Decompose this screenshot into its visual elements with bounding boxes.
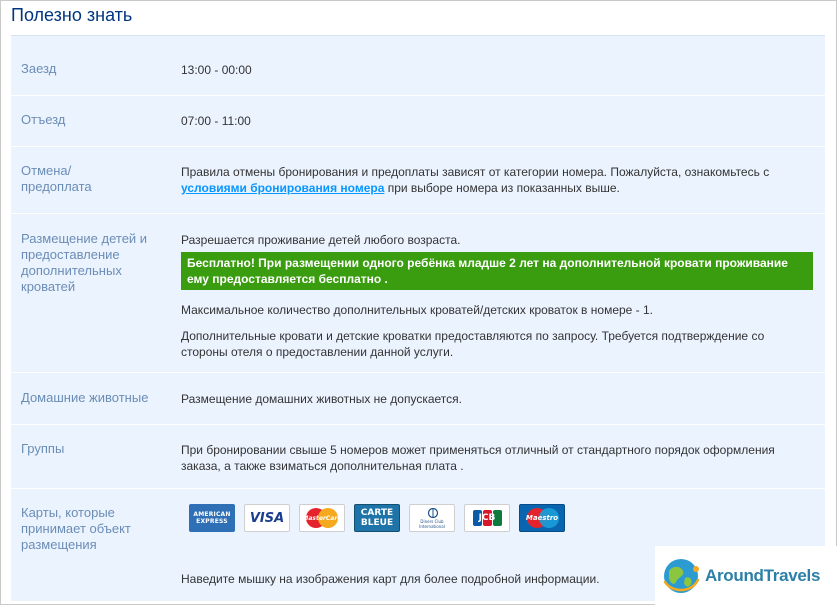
row-children-label: Размещение детей и предоставление дополн… [21, 231, 148, 294]
maestro-card[interactable]: Maestro [519, 504, 565, 532]
row-children: Размещение детей и предоставление дополн… [11, 214, 825, 373]
row-checkin-label: Заезд [21, 61, 57, 76]
row-groups-label: Группы [21, 441, 65, 456]
carte-bleue-line-1: CARTE [360, 508, 394, 518]
children-line-3: Дополнительные кровати и детские кроватк… [181, 329, 765, 359]
amex-line-2: EXPRESS [196, 518, 228, 525]
maestro-wordmark: Maestro [525, 514, 559, 522]
booking-conditions-link[interactable]: условиями бронирования номера [181, 181, 384, 195]
row-checkout-value: 07:00 - 11:00 [181, 114, 251, 128]
row-groups-value: При бронировании свыше 5 номеров может п… [181, 443, 775, 473]
jcb-wordmark: JCB [478, 513, 496, 523]
children-line-2: Максимальное количество дополнительных к… [181, 303, 654, 317]
cancellation-text-after: при выборе номера из показанных выше. [384, 181, 620, 195]
cancellation-text: Правила отмены бронирования и предоплаты… [181, 164, 813, 196]
row-pets-label: Домашние животные [21, 390, 149, 405]
row-cancellation-label: Отмена/ предоплата [21, 163, 92, 194]
row-checkout: Отъезд 07:00 - 11:00 [11, 96, 825, 147]
free-stay-banner: Бесплатно! При размещении одного ребёнка… [181, 252, 813, 290]
section-title: Полезно знать [11, 5, 133, 25]
row-pets-value: Размещение домашних животных не допускае… [181, 392, 463, 406]
globe-icon [663, 559, 700, 593]
mastercard-card[interactable]: MasterCard [299, 504, 345, 532]
row-checkin: Заезд 13:00 - 00:00 [11, 36, 825, 96]
carte-bleue-line-2: BLEUE [360, 518, 394, 528]
diners-line-2: International [419, 524, 445, 529]
visa-card[interactable]: VISA [244, 504, 290, 532]
free-stay-banner-strong: Бесплатно! [187, 256, 255, 270]
children-line-1: Разрешается проживание детей любого возр… [181, 233, 461, 247]
free-stay-banner-text: При размещении одного ребёнка младше 2 л… [187, 256, 788, 286]
visa-wordmark: VISA [249, 510, 285, 526]
row-cancellation: Отмена/ предоплата Правила отмены бронир… [11, 147, 825, 214]
mastercard-wordmark: MasterCard [302, 514, 342, 522]
row-cancellation-content: Правила отмены бронирования и предоплаты… [181, 164, 813, 196]
row-checkin-value: 13:00 - 00:00 [181, 63, 252, 77]
amex-line-1: AMERICAN [193, 511, 231, 518]
row-groups: Группы При бронировании свыше 5 номеров … [11, 425, 825, 489]
row-pets: Домашние животные Размещение домашних жи… [11, 373, 825, 425]
cancellation-text-before: Правила отмены бронирования и предоплаты… [181, 165, 770, 179]
carte-bleue-card[interactable]: CARTE BLEUE [354, 504, 400, 532]
row-checkout-label: Отъезд [21, 112, 66, 127]
diners-club-icon [427, 508, 439, 518]
row-children-content: Разрешается проживание детей любого возр… [181, 232, 813, 360]
diners-club-card[interactable]: Diners Club International [409, 504, 455, 532]
jcb-card[interactable]: JCB [464, 504, 510, 532]
watermark-text: AroundTravels [705, 566, 821, 585]
aroundtravels-watermark: AroundTravels [655, 546, 837, 605]
american-express-card[interactable]: AMERICAN EXPRESS [189, 504, 235, 532]
row-cards-label: Карты, которые принимает объект размещен… [21, 505, 131, 552]
